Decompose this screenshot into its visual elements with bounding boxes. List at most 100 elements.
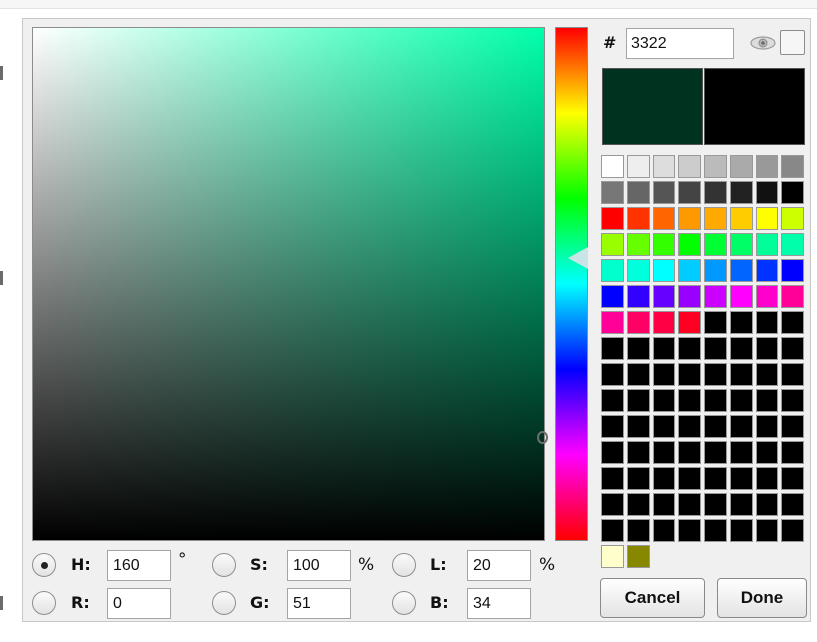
color-swatch[interactable] <box>678 441 701 464</box>
color-swatch[interactable] <box>755 519 779 542</box>
radio-saturation[interactable] <box>212 553 236 577</box>
color-swatch[interactable] <box>652 493 676 516</box>
blue-input[interactable] <box>467 588 531 619</box>
color-swatch[interactable] <box>601 207 624 230</box>
radio-blue[interactable] <box>392 591 416 615</box>
color-swatch[interactable] <box>755 441 779 464</box>
color-swatch[interactable] <box>678 337 701 360</box>
color-swatch[interactable] <box>781 389 804 412</box>
color-swatch[interactable] <box>678 155 701 178</box>
color-swatch[interactable] <box>781 441 804 464</box>
color-swatch[interactable] <box>781 181 804 204</box>
color-swatch[interactable] <box>678 285 701 308</box>
color-swatch[interactable] <box>755 389 779 412</box>
color-swatch[interactable] <box>652 259 676 282</box>
color-swatch[interactable] <box>781 337 804 360</box>
color-swatch[interactable] <box>678 233 701 256</box>
color-swatch[interactable] <box>601 311 624 334</box>
color-swatch[interactable] <box>626 337 650 360</box>
color-swatch[interactable] <box>729 181 753 204</box>
color-swatch[interactable] <box>652 311 676 334</box>
green-input[interactable] <box>287 588 351 619</box>
color-swatch[interactable] <box>704 441 727 464</box>
hue-slider-handle[interactable] <box>568 247 588 269</box>
color-swatch[interactable] <box>729 259 753 282</box>
color-swatch[interactable] <box>601 493 624 516</box>
color-swatch[interactable] <box>755 415 779 438</box>
color-swatch[interactable] <box>626 207 650 230</box>
color-swatch[interactable] <box>678 181 701 204</box>
color-swatch[interactable] <box>781 259 804 282</box>
color-swatch[interactable] <box>626 285 650 308</box>
color-swatch[interactable] <box>678 259 701 282</box>
eye-icon[interactable] <box>749 33 777 53</box>
color-swatch[interactable] <box>652 207 676 230</box>
color-swatch[interactable] <box>755 155 779 178</box>
color-swatch[interactable] <box>704 207 727 230</box>
color-swatch[interactable] <box>781 363 804 386</box>
color-swatch[interactable] <box>781 285 804 308</box>
color-swatch[interactable] <box>626 467 650 490</box>
color-swatch[interactable] <box>626 415 650 438</box>
color-swatch[interactable] <box>704 415 727 438</box>
cancel-button[interactable]: Cancel <box>600 578 705 618</box>
color-swatch[interactable] <box>678 519 701 542</box>
color-swatch[interactable] <box>729 363 753 386</box>
color-swatch[interactable] <box>729 493 753 516</box>
hue-input[interactable] <box>107 550 171 581</box>
lightness-input[interactable] <box>467 550 531 581</box>
color-swatch[interactable] <box>601 181 624 204</box>
color-swatch[interactable] <box>704 467 727 490</box>
color-swatch[interactable] <box>755 259 779 282</box>
current-color-preview[interactable] <box>704 68 805 145</box>
color-cursor[interactable] <box>537 431 548 444</box>
color-swatch[interactable] <box>652 155 676 178</box>
color-swatch[interactable] <box>601 363 624 386</box>
color-swatch[interactable] <box>781 415 804 438</box>
color-swatch[interactable] <box>601 415 624 438</box>
hue-slider[interactable] <box>555 27 588 541</box>
color-swatch[interactable] <box>652 389 676 412</box>
color-swatch[interactable] <box>704 389 727 412</box>
color-swatch[interactable] <box>652 441 676 464</box>
color-swatch[interactable] <box>704 155 727 178</box>
color-swatch[interactable] <box>729 311 753 334</box>
color-swatch[interactable] <box>729 285 753 308</box>
color-swatch[interactable] <box>652 181 676 204</box>
color-swatch[interactable] <box>704 311 727 334</box>
color-swatch[interactable] <box>729 337 753 360</box>
color-swatch[interactable] <box>729 519 753 542</box>
color-swatch[interactable] <box>601 155 624 178</box>
color-swatch[interactable] <box>729 415 753 438</box>
color-swatch[interactable] <box>601 233 624 256</box>
color-swatch[interactable] <box>626 181 650 204</box>
color-swatch[interactable] <box>781 207 804 230</box>
radio-red[interactable] <box>32 591 56 615</box>
custom-color-swatch[interactable] <box>601 545 624 568</box>
color-swatch[interactable] <box>755 181 779 204</box>
color-swatch[interactable] <box>678 311 701 334</box>
color-swatch[interactable] <box>652 233 676 256</box>
color-swatch[interactable] <box>729 155 753 178</box>
color-swatch[interactable] <box>678 207 701 230</box>
color-swatch[interactable] <box>626 363 650 386</box>
saturation-input[interactable] <box>287 550 351 581</box>
color-swatch[interactable] <box>626 519 650 542</box>
color-swatch[interactable] <box>781 233 804 256</box>
color-swatch[interactable] <box>704 181 727 204</box>
color-swatch[interactable] <box>704 363 727 386</box>
red-input[interactable] <box>107 588 171 619</box>
color-swatch[interactable] <box>755 467 779 490</box>
color-swatch[interactable] <box>652 337 676 360</box>
color-swatch[interactable] <box>626 441 650 464</box>
saturation-value-field[interactable] <box>32 27 545 541</box>
color-swatch[interactable] <box>781 519 804 542</box>
radio-lightness[interactable] <box>392 553 416 577</box>
color-swatch[interactable] <box>704 233 727 256</box>
custom-color-swatch[interactable] <box>627 545 650 568</box>
radio-hue[interactable] <box>32 553 56 577</box>
color-swatch[interactable] <box>601 519 624 542</box>
color-swatch[interactable] <box>601 441 624 464</box>
color-swatch[interactable] <box>781 467 804 490</box>
eyedropper-swatch[interactable] <box>780 30 805 55</box>
